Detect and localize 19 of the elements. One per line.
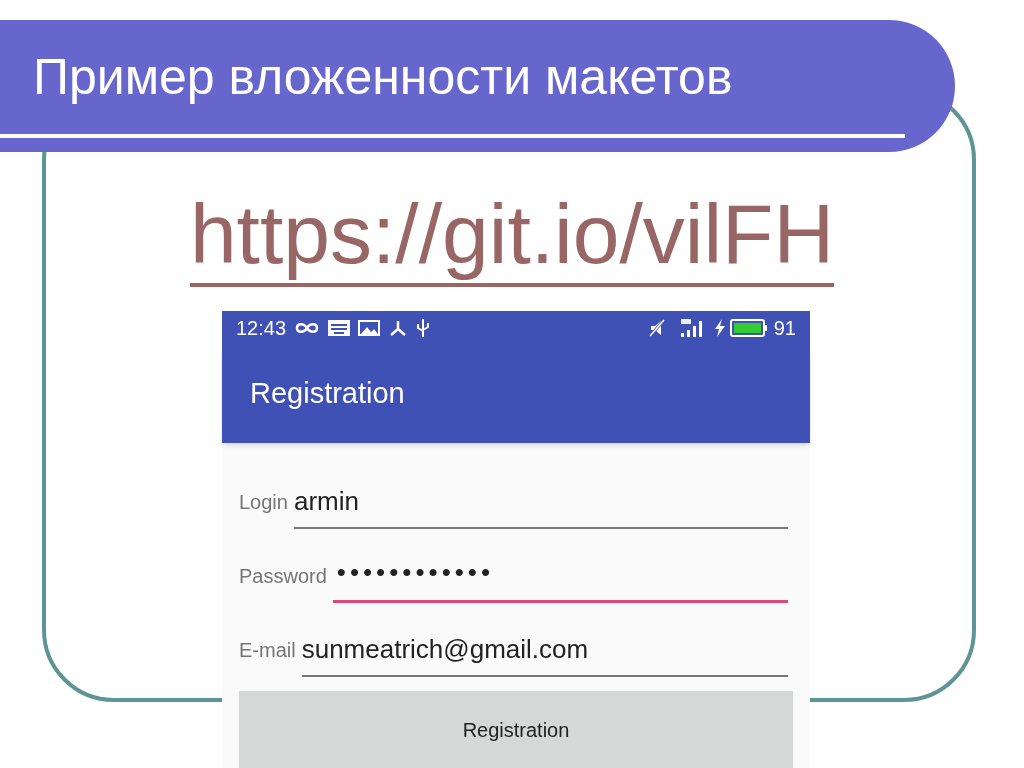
usb-icon [416,317,431,338]
field-label: Login [239,490,288,515]
link[interactable]: https://git.io/vilFH [189,186,835,287]
mute-icon [647,318,666,337]
keyboard-icon [328,319,351,336]
field-label: E-mail [239,638,296,663]
app-title: Registration [250,375,405,411]
input-field[interactable]: sunmeatrich@gmail.com [301,630,788,677]
input-field[interactable]: •••••••••••• [332,553,788,603]
status-time: 12:43 [236,315,287,341]
battery-icon [729,318,768,337]
battery-percent: 91 [773,315,796,341]
registration-button[interactable]: Registration [239,691,793,768]
input-field[interactable]: armin [293,482,788,529]
field-label: Password [239,564,327,589]
charging-icon [713,318,726,337]
slide-title: Пример вложенности макетов [33,52,733,102]
infinity-icon [294,320,321,335]
image-icon [358,319,381,336]
